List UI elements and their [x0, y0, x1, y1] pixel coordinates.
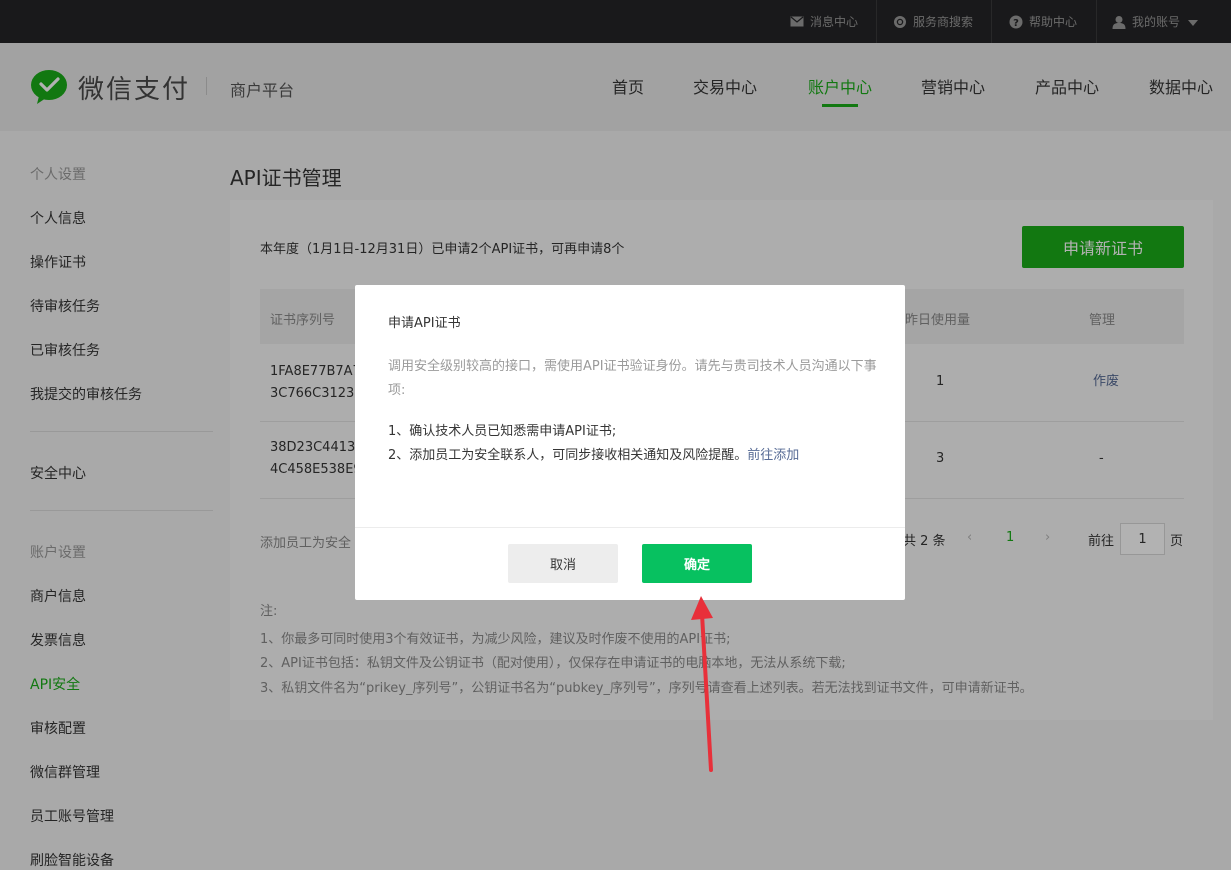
dialog-item-2-text: 2、添加员工为安全联系人，可同步接收相关通知及风险提醒。 [388, 448, 748, 463]
confirm-button[interactable]: 确定 [642, 544, 752, 583]
dialog-footer-divider [355, 527, 905, 528]
apply-api-cert-dialog: 申请API证书 调用安全级别较高的接口，需使用API证书验证身份。请先与贵司技术… [355, 285, 905, 600]
dialog-title: 申请API证书 [388, 316, 461, 331]
dialog-item-1: 1、确认技术人员已知悉需申请API证书; [388, 424, 617, 439]
dialog-item-2: 2、添加员工为安全联系人，可同步接收相关通知及风险提醒。前往添加 [388, 444, 799, 463]
cancel-button[interactable]: 取消 [508, 544, 618, 583]
dialog-description: 调用安全级别较高的接口，需使用API证书验证身份。请先与贵司技术人员沟通以下事项… [388, 359, 877, 398]
go-add-link[interactable]: 前往添加 [747, 448, 799, 463]
annotation-arrow-icon [680, 590, 730, 775]
